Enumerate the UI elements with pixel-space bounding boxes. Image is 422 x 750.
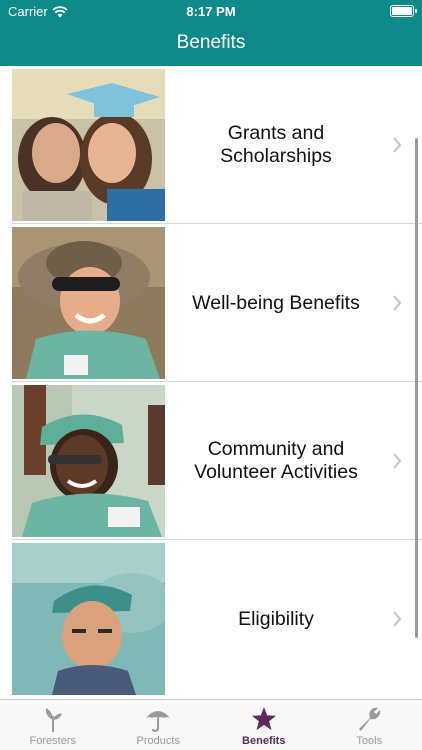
tab-foresters[interactable]: Foresters (0, 700, 106, 750)
list-item-community-and-volunteer-activities[interactable]: Community and Volunteer Activities (0, 382, 422, 540)
page-title: Benefits (176, 32, 246, 53)
wrench-icon (359, 707, 381, 731)
chevron-right-icon (393, 137, 402, 153)
well-being-photo (12, 227, 165, 379)
status-time: 8:17 PM (186, 4, 236, 19)
row-label: Community and Volunteer Activities (194, 438, 358, 483)
tab-label: Foresters (29, 735, 76, 747)
scrollbar[interactable] (415, 138, 418, 638)
tab-bar: Foresters Products Benefits Tools (0, 699, 422, 750)
tab-products[interactable]: Products (106, 700, 212, 750)
tab-label: Benefits (242, 735, 286, 747)
sprout-icon (45, 708, 62, 732)
battery-icon (390, 5, 417, 17)
benefits-list[interactable]: Grants and Scholarships Well-being Benef… (0, 66, 422, 699)
eligibility-photo (12, 543, 165, 695)
list-item-grants-and-scholarships[interactable]: Grants and Scholarships (0, 66, 422, 224)
umbrella-icon (146, 711, 171, 732)
navigation-bar: Benefits (0, 22, 422, 66)
star-icon (251, 707, 276, 730)
tab-label: Products (136, 735, 180, 747)
row-label: Well-being Benefits (192, 291, 360, 314)
status-bar: Carrier 8:17 PM (0, 0, 422, 22)
row-label: Eligibility (238, 607, 314, 630)
grants-photo (12, 69, 165, 221)
chevron-right-icon (393, 295, 402, 311)
list-item-well-being-benefits[interactable]: Well-being Benefits (0, 224, 422, 382)
chevron-right-icon (393, 611, 402, 627)
tab-tools[interactable]: Tools (317, 700, 422, 750)
chevron-right-icon (393, 453, 402, 469)
tab-label: Tools (356, 735, 383, 747)
row-label: Grants and Scholarships (220, 122, 332, 167)
community-photo (12, 385, 165, 537)
tab-benefits[interactable]: Benefits (211, 700, 317, 750)
list-item-eligibility[interactable]: Eligibility (0, 540, 422, 698)
